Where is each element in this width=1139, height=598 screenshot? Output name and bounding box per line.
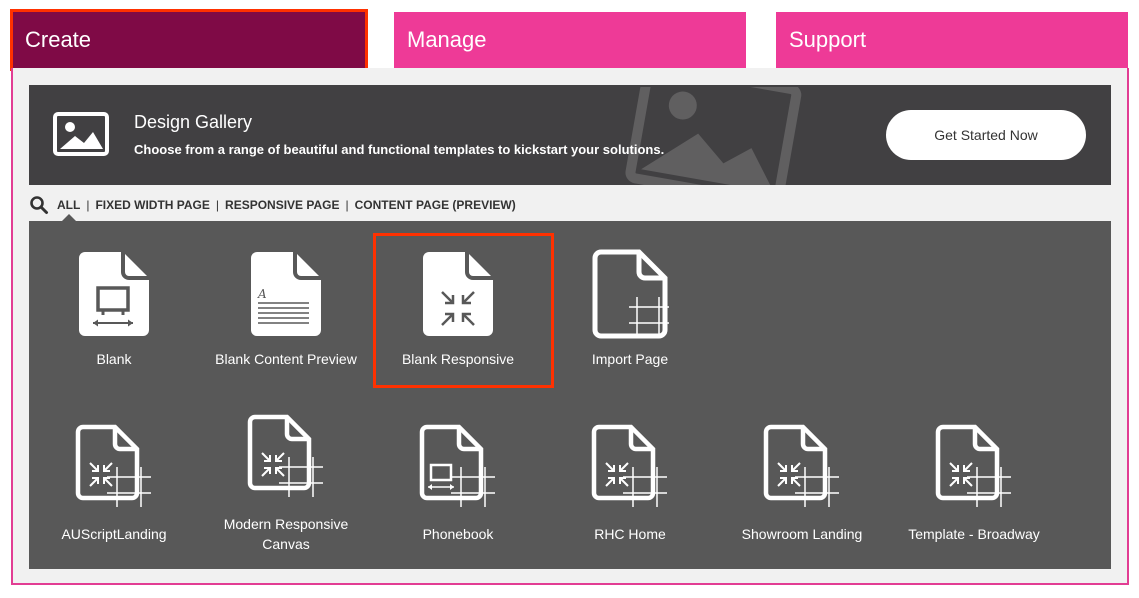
template-label: Import Page <box>591 351 669 367</box>
template-label: Modern Responsive Canvas <box>223 516 349 552</box>
responsive-page-icon <box>423 252 493 336</box>
template-label: Blank Content Preview <box>215 351 357 367</box>
tab-support[interactable]: Support <box>776 12 1128 68</box>
template-label: Showroom Landing <box>741 526 863 542</box>
filter-separator: | <box>86 198 90 212</box>
filter-separator: | <box>215 198 220 212</box>
filter-content-page-preview[interactable]: CONTENT PAGE (PREVIEW) <box>355 198 516 212</box>
template-label: Phonebook <box>422 526 494 542</box>
image-icon <box>53 112 109 156</box>
responsive-template-icon <box>591 424 667 507</box>
banner-title: Design Gallery <box>134 112 253 132</box>
template-card-blank-responsive[interactable]: Blank Responsive <box>372 247 544 369</box>
template-card-phonebook[interactable]: Phonebook <box>372 423 544 544</box>
content-page-icon: A <box>251 252 321 336</box>
template-card-template-broadway[interactable]: Template - Broadway <box>888 423 1060 544</box>
template-card-blank-content-preview[interactable]: A Blank Content Preview <box>200 247 372 369</box>
search-icon[interactable] <box>29 195 49 215</box>
template-card-blank[interactable]: Blank <box>28 247 200 369</box>
responsive-template-icon <box>763 424 839 507</box>
fixed-width-page-icon <box>79 252 149 336</box>
template-label: Template - Broadway <box>908 526 1040 542</box>
get-started-button[interactable]: Get Started Now <box>886 110 1086 160</box>
tab-support-label: Support <box>789 27 867 52</box>
fixed-width-template-icon <box>419 424 495 507</box>
filter-fixed-width-page[interactable]: FIXED WIDTH PAGE <box>95 198 209 212</box>
template-label: AUScriptLanding <box>61 526 167 542</box>
template-filter-bar: ALL | FIXED WIDTH PAGE | RESPONSIVE PAGE… <box>29 194 516 216</box>
template-card-auscriptlanding[interactable]: AUScriptLanding <box>28 423 200 544</box>
banner-description: Choose from a range of beautiful and fun… <box>134 142 665 157</box>
responsive-template-icon <box>935 424 1011 507</box>
template-label: Blank <box>96 351 132 367</box>
tab-manage-label: Manage <box>407 27 487 52</box>
import-page-icon <box>592 249 669 339</box>
tab-create-label: Create <box>25 27 92 52</box>
banner-background-image-icon <box>625 87 802 185</box>
template-label: RHC Home <box>594 526 666 542</box>
template-card-modern-responsive-canvas[interactable]: Modern Responsive Canvas <box>200 413 372 554</box>
responsive-template-icon <box>75 424 151 507</box>
tab-create[interactable]: Create <box>12 12 366 68</box>
template-card-import-page[interactable]: Import Page <box>544 247 716 369</box>
filter-responsive-page[interactable]: RESPONSIVE PAGE <box>225 198 339 212</box>
template-label: Blank Responsive <box>401 351 515 367</box>
design-gallery-banner: Design Gallery Choose from a range of be… <box>29 85 1111 185</box>
template-card-showroom-landing[interactable]: Showroom Landing <box>716 423 888 544</box>
responsive-template-icon <box>247 414 323 497</box>
filter-all[interactable]: ALL <box>57 198 80 212</box>
filter-separator: | <box>345 198 349 212</box>
tab-manage[interactable]: Manage <box>394 12 746 68</box>
template-card-rhc-home[interactable]: RHC Home <box>544 423 716 544</box>
svg-text:A: A <box>257 287 267 301</box>
